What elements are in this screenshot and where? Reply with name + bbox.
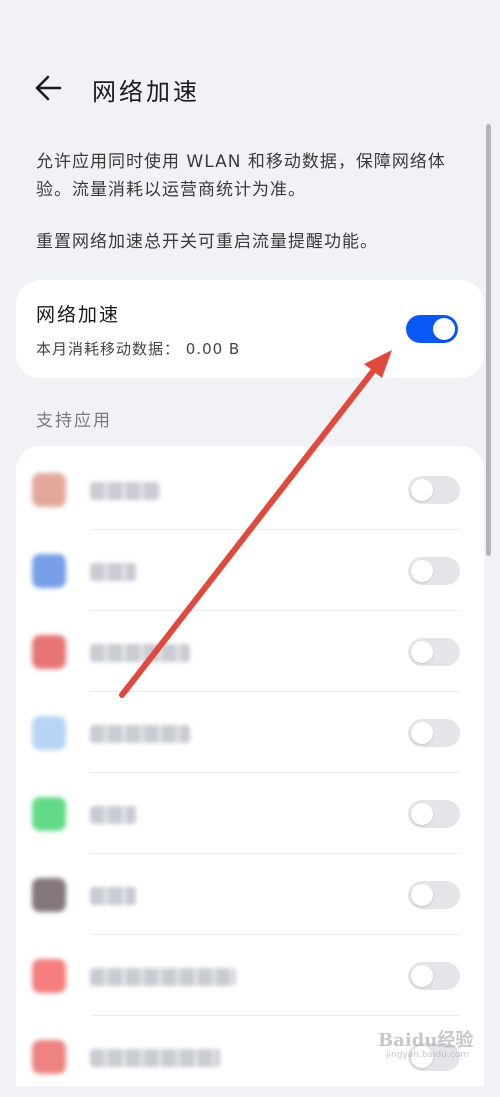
back-button[interactable]: [30, 70, 70, 106]
app-row: [16, 530, 484, 611]
app-row: [16, 773, 484, 854]
reset-hint-text: 重置网络加速总开关可重启流量提醒功能。: [36, 232, 378, 252]
toggle-knob: [411, 479, 433, 501]
app-name-redacted: [90, 968, 236, 986]
network-acceleration-toggle[interactable]: [406, 315, 458, 343]
app-toggle[interactable]: [408, 476, 460, 504]
watermark: Baidu经验 jingyan.baidu.com: [378, 1024, 490, 1064]
app-name-redacted: [90, 482, 160, 500]
app-toggle[interactable]: [408, 557, 460, 585]
app-name-redacted: [90, 887, 136, 905]
app-icon: [32, 1040, 66, 1074]
network-acceleration-card: 网络加速 本月消耗移动数据： 0.00 B: [16, 280, 484, 378]
app-name-redacted: [90, 806, 136, 824]
toggle-knob: [411, 722, 433, 744]
app-name-redacted: [90, 563, 136, 581]
app-icon: [32, 878, 66, 912]
app-row: [16, 854, 484, 935]
watermark-text: Baidu经验: [378, 1030, 474, 1051]
header: 网络加速: [0, 60, 500, 116]
page-title: 网络加速: [92, 78, 200, 106]
supported-apps-heading: 支持应用: [36, 411, 112, 431]
toggle-knob: [411, 884, 433, 906]
app-icon: [32, 959, 66, 993]
app-name-redacted: [90, 1049, 220, 1067]
mobile-data-usage: 本月消耗移动数据： 0.00 B: [36, 340, 241, 358]
scrollbar[interactable]: [486, 124, 491, 556]
watermark-url: jingyan.baidu.com: [386, 1050, 470, 1060]
app-row: [16, 692, 484, 773]
arrow-left-icon: [35, 75, 62, 101]
app-icon: [32, 716, 66, 750]
supported-apps-list: [16, 446, 484, 1086]
app-icon: [32, 797, 66, 831]
app-toggle[interactable]: [408, 962, 460, 990]
app-toggle[interactable]: [408, 719, 460, 747]
app-toggle[interactable]: [408, 800, 460, 828]
app-icon: [32, 473, 66, 507]
app-icon: [32, 635, 66, 669]
toggle-knob: [433, 318, 455, 340]
app-row: [16, 611, 484, 692]
app-name-redacted: [90, 725, 190, 743]
app-row: [16, 449, 484, 530]
app-row: [16, 935, 484, 1016]
toggle-knob: [411, 965, 433, 987]
description-text: 允许应用同时使用 WLAN 和移动数据，保障网络体验。流量消耗以运营商统计为准。: [36, 152, 446, 200]
app-toggle[interactable]: [408, 881, 460, 909]
app-icon: [32, 554, 66, 588]
app-toggle[interactable]: [408, 638, 460, 666]
toggle-knob: [411, 641, 433, 663]
app-name-redacted: [90, 644, 190, 662]
network-acceleration-title: 网络加速: [36, 304, 121, 326]
toggle-knob: [411, 560, 433, 582]
toggle-knob: [411, 803, 433, 825]
